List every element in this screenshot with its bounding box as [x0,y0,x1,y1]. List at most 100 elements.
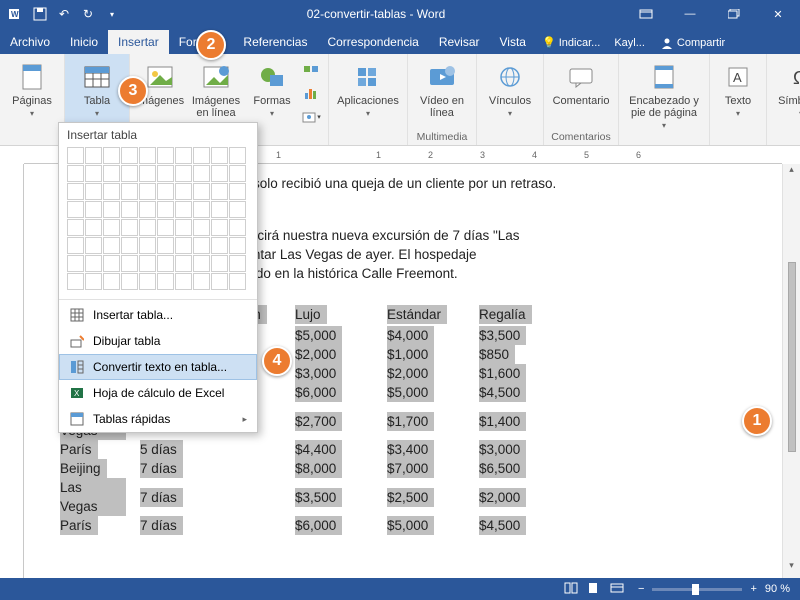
menu-convert-text-to-table[interactable]: Convertir texto en tabla... [59,354,257,380]
grid-cell[interactable] [211,237,228,254]
grid-cell[interactable] [85,255,102,272]
grid-cell[interactable] [193,165,210,182]
grid-cell[interactable] [121,201,138,218]
grid-cell[interactable] [157,237,174,254]
screenshot-button[interactable]: ▾ [300,106,322,128]
scroll-thumb[interactable] [788,262,796,452]
grid-cell[interactable] [85,147,102,164]
grid-cell[interactable] [121,183,138,200]
grid-cell[interactable] [229,201,246,218]
grid-cell[interactable] [103,219,120,236]
grid-cell[interactable] [193,147,210,164]
grid-cell[interactable] [157,147,174,164]
grid-cell[interactable] [229,219,246,236]
grid-cell[interactable] [85,183,102,200]
qat-dropdown[interactable]: ▾ [102,4,122,24]
zoom-slider[interactable] [652,588,742,591]
zoom-in-button[interactable]: + [750,583,756,595]
grid-cell[interactable] [229,273,246,290]
grid-cell[interactable] [67,165,84,182]
print-layout-button[interactable] [587,582,607,594]
grid-cell[interactable] [193,273,210,290]
online-video-button[interactable]: Vídeo en línea [414,58,470,122]
grid-cell[interactable] [211,183,228,200]
grid-cell[interactable] [103,237,120,254]
minimize-button[interactable]: — [668,0,712,28]
grid-cell[interactable] [175,219,192,236]
grid-cell[interactable] [67,183,84,200]
scroll-down-button[interactable]: ▾ [783,560,800,578]
menu-insert-table[interactable]: Insertar tabla... [59,302,257,328]
chart-button[interactable] [300,82,322,104]
grid-cell[interactable] [85,201,102,218]
apps-button[interactable]: Aplicaciones▾ [335,58,401,123]
grid-cell[interactable] [85,273,102,290]
grid-cell[interactable] [211,165,228,182]
restore-button[interactable] [712,0,756,28]
grid-cell[interactable] [103,273,120,290]
grid-cell[interactable] [211,273,228,290]
menu-quick-tables[interactable]: Tablas rápidas▸ [59,406,257,432]
grid-cell[interactable] [103,165,120,182]
grid-cell[interactable] [211,201,228,218]
grid-cell[interactable] [193,201,210,218]
tab-references[interactable]: Referencias [233,30,317,54]
comment-button[interactable]: Comentario [550,58,612,110]
grid-cell[interactable] [157,255,174,272]
tab-view[interactable]: Vista [490,30,536,54]
insert-table-grid[interactable] [59,145,257,297]
grid-cell[interactable] [139,219,156,236]
grid-cell[interactable] [139,165,156,182]
grid-cell[interactable] [229,147,246,164]
grid-cell[interactable] [211,219,228,236]
grid-cell[interactable] [121,255,138,272]
grid-cell[interactable] [67,237,84,254]
zoom-level[interactable]: 90 % [765,583,790,595]
grid-cell[interactable] [139,183,156,200]
grid-cell[interactable] [157,273,174,290]
grid-cell[interactable] [103,255,120,272]
undo-button[interactable]: ↶ [54,4,74,24]
grid-cell[interactable] [229,237,246,254]
close-button[interactable]: ✕ [756,0,800,28]
grid-cell[interactable] [67,273,84,290]
grid-cell[interactable] [139,273,156,290]
grid-cell[interactable] [139,201,156,218]
grid-cell[interactable] [175,165,192,182]
grid-cell[interactable] [193,183,210,200]
tab-insert[interactable]: Insertar [108,30,169,54]
grid-cell[interactable] [103,147,120,164]
grid-cell[interactable] [67,255,84,272]
grid-cell[interactable] [85,219,102,236]
tab-review[interactable]: Revisar [429,30,490,54]
grid-cell[interactable] [85,165,102,182]
grid-cell[interactable] [175,273,192,290]
user-name[interactable]: Kayl... [606,32,653,54]
tab-file[interactable]: Archivo [0,30,60,54]
grid-cell[interactable] [229,255,246,272]
grid-cell[interactable] [103,201,120,218]
grid-cell[interactable] [193,219,210,236]
zoom-out-button[interactable]: − [638,583,644,595]
grid-cell[interactable] [139,255,156,272]
header-footer-button[interactable]: Encabezado y pie de página▾ [625,58,703,135]
grid-cell[interactable] [121,147,138,164]
grid-cell[interactable] [157,201,174,218]
grid-cell[interactable] [67,219,84,236]
menu-excel-spreadsheet[interactable]: XHoja de cálculo de Excel [59,380,257,406]
grid-cell[interactable] [139,237,156,254]
shapes-button[interactable]: Formas▾ [248,58,296,123]
grid-cell[interactable] [175,237,192,254]
tell-me[interactable]: 💡 Indicar... [536,31,606,54]
read-mode-button[interactable] [564,582,584,594]
grid-cell[interactable] [193,237,210,254]
grid-cell[interactable] [157,165,174,182]
grid-cell[interactable] [157,219,174,236]
grid-cell[interactable] [211,147,228,164]
grid-cell[interactable] [229,165,246,182]
scroll-up-button[interactable]: ▴ [783,164,800,182]
grid-cell[interactable] [103,183,120,200]
grid-cell[interactable] [157,183,174,200]
grid-cell[interactable] [121,219,138,236]
share-button[interactable]: Compartir [653,32,733,54]
